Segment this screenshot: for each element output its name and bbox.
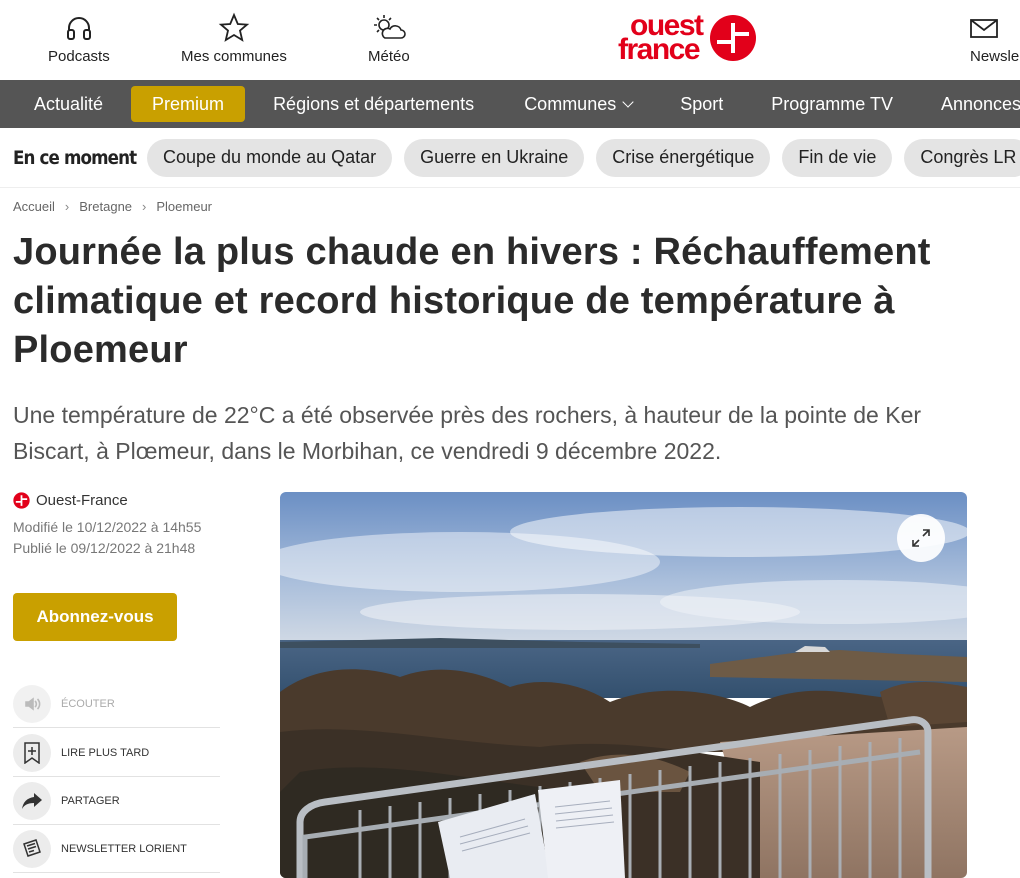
mail-icon <box>970 10 1006 46</box>
source-name: Ouest-France <box>36 492 128 509</box>
chevron-down-icon <box>622 95 634 108</box>
newsletter-link[interactable]: Newsle <box>970 10 1019 65</box>
modified-date: Modifié le 10/12/2022 à 14h55 <box>13 519 202 535</box>
trending-chip[interactable]: Congrès LR <box>904 138 1020 177</box>
headphones-icon <box>61 10 97 46</box>
nav-communes[interactable]: Communes <box>496 80 654 128</box>
read-later-button[interactable]: LIRE PLUS TARD <box>13 729 220 777</box>
listen-button[interactable]: ÉCOUTER <box>13 680 220 728</box>
subscribe-button[interactable]: Abonnez-vous <box>13 593 177 641</box>
chevron-right-icon: › <box>142 199 147 214</box>
breadcrumb-item[interactable]: Bretagne <box>79 199 132 214</box>
meteo-link[interactable]: Météo <box>368 10 410 65</box>
trending-chip[interactable]: Crise énergétique <box>596 138 771 177</box>
nav-annonces[interactable]: Annonces <box>915 80 1020 128</box>
star-icon <box>216 10 252 46</box>
trending-chip[interactable]: Fin de vie <box>782 138 893 177</box>
nav-programme-tv[interactable]: Programme TV <box>745 80 915 128</box>
main-nav: Actualité Premium Régions et département… <box>0 80 1020 128</box>
article-title: Journée la plus chaude en hivers : Récha… <box>13 231 931 371</box>
expand-icon <box>912 529 930 547</box>
ouest-france-mini-icon <box>13 492 30 509</box>
trending-title: En ce moment <box>13 146 137 169</box>
listen-label: ÉCOUTER <box>61 697 115 710</box>
trending-chip[interactable]: Guerre en Ukraine <box>404 138 585 177</box>
weather-icon <box>371 10 407 46</box>
breadcrumb-item[interactable]: Ploemeur <box>156 199 212 214</box>
share-arrow-icon <box>13 781 51 820</box>
article-photo[interactable] <box>280 492 967 878</box>
article-lede: Une température de 22°C a été observée p… <box>13 402 922 464</box>
newsletter-label: Newsle <box>970 48 1020 65</box>
trending-chip[interactable]: Coupe du monde au Qatar <box>147 138 393 177</box>
trending-bar: En ce moment Coupe du monde au Qatar Gue… <box>0 128 1020 188</box>
nav-sport[interactable]: Sport <box>654 80 745 128</box>
podcasts-label: Podcasts <box>48 48 110 65</box>
expand-image-button[interactable] <box>897 514 945 562</box>
speaker-icon <box>13 684 51 723</box>
nav-premium[interactable]: Premium <box>131 86 246 122</box>
podcasts-link[interactable]: Podcasts <box>48 10 110 65</box>
newsletter-icon <box>13 829 51 868</box>
newsletter-lorient-button[interactable]: NEWSLETTER LORIENT <box>13 825 220 873</box>
newsletter-lorient-label: NEWSLETTER LORIENT <box>61 842 187 855</box>
meteo-label: Météo <box>368 48 410 65</box>
ouest-france-logo[interactable]: ouest france <box>618 8 788 68</box>
share-label: PARTAGER <box>61 794 120 807</box>
mes-communes-label: Mes communes <box>181 48 287 65</box>
logo-mark-icon <box>709 15 756 61</box>
nav-actualite[interactable]: Actualité <box>0 80 125 128</box>
read-later-label: LIRE PLUS TARD <box>61 746 150 759</box>
nav-annonces-label: Annonces <box>940 93 1020 114</box>
article-source[interactable]: Ouest-France <box>13 492 128 509</box>
published-date: Publié le 09/12/2022 à 21h48 <box>13 540 196 556</box>
mes-communes-link[interactable]: Mes communes <box>181 10 287 65</box>
breadcrumb-item[interactable]: Accueil <box>13 199 55 214</box>
nav-communes-label: Communes <box>524 93 617 114</box>
chevron-right-icon: › <box>64 199 70 214</box>
coastal-scene-image <box>280 492 967 878</box>
bookmark-add-icon <box>13 733 51 772</box>
top-header: Podcasts Mes communes Météo Newsle ouest… <box>0 0 1020 80</box>
nav-regions[interactable]: Régions et départements <box>251 80 496 128</box>
share-button[interactable]: PARTAGER <box>13 777 220 825</box>
logo-wordmark: ouest france <box>618 9 704 66</box>
breadcrumb: Accueil › Bretagne › Ploemeur <box>13 199 212 214</box>
